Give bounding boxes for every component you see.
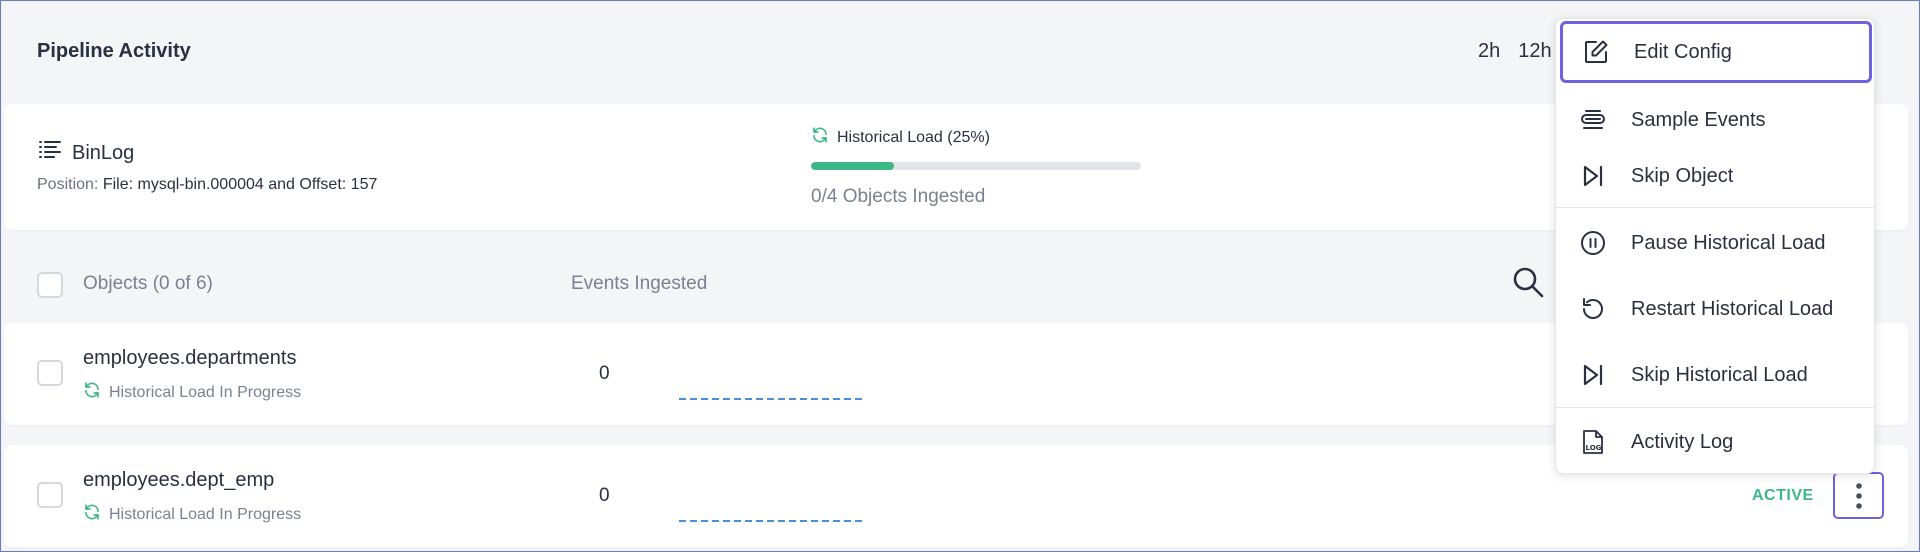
objects-ingested: 0/4 Objects Ingested bbox=[811, 186, 986, 207]
menu-item-restart-historical-load[interactable]: Restart Historical Load bbox=[1560, 278, 1872, 340]
object-status-text: Historical Load In Progress bbox=[109, 383, 302, 401]
object-status: Historical Load In Progress bbox=[83, 503, 301, 526]
row-actions-menu: Edit Config Sample Events Skip Object Pa… bbox=[1555, 18, 1875, 474]
menu-item-label: Edit Config bbox=[1634, 40, 1732, 63]
kebab-icon bbox=[1855, 482, 1862, 509]
progress-fill bbox=[811, 162, 894, 170]
menu-item-pause-historical-load[interactable]: Pause Historical Load bbox=[1560, 212, 1872, 274]
objects-list-header: Objects (0 of 6) Events Ingested bbox=[37, 270, 1437, 300]
pause-icon bbox=[1580, 230, 1606, 256]
svg-text:LOG: LOG bbox=[1586, 444, 1602, 452]
events-count: 0 bbox=[599, 485, 610, 506]
menu-item-edit-config[interactable]: Edit Config bbox=[1560, 21, 1872, 83]
object-status-text: Historical Load In Progress bbox=[109, 505, 302, 523]
menu-item-label: Skip Historical Load bbox=[1631, 363, 1808, 386]
menu-item-skip-object[interactable]: Skip Object bbox=[1560, 145, 1872, 207]
time-range-2h[interactable]: 2h bbox=[1478, 40, 1500, 63]
events-count: 0 bbox=[599, 363, 610, 384]
refresh-icon bbox=[811, 126, 829, 149]
skip-icon bbox=[1580, 163, 1606, 189]
log-file-icon: LOG bbox=[1580, 429, 1606, 455]
events-sparkline bbox=[679, 398, 863, 400]
menu-item-label: Pause Historical Load bbox=[1631, 231, 1826, 254]
menu-item-sample-events[interactable]: Sample Events bbox=[1560, 89, 1872, 151]
menu-item-label: Restart Historical Load bbox=[1631, 297, 1834, 320]
object-status: Historical Load In Progress bbox=[83, 381, 301, 404]
objects-header: Objects (0 of 6) bbox=[83, 273, 213, 294]
events-sparkline bbox=[679, 520, 863, 522]
more-options-button[interactable] bbox=[1833, 472, 1884, 519]
historical-load-label: Historical Load (25%) bbox=[837, 128, 990, 146]
search-icon[interactable] bbox=[1512, 266, 1544, 303]
refresh-icon bbox=[83, 381, 101, 404]
time-range-12h[interactable]: 12h bbox=[1518, 40, 1551, 63]
position-label: Position: bbox=[37, 176, 99, 193]
skip-icon bbox=[1580, 362, 1606, 388]
menu-item-label: Activity Log bbox=[1631, 430, 1734, 453]
list-lines-icon bbox=[38, 140, 62, 166]
binlog-title-text: BinLog bbox=[72, 141, 135, 164]
menu-item-activity-log[interactable]: LOG Activity Log bbox=[1560, 411, 1872, 473]
object-name[interactable]: employees.departments bbox=[83, 347, 296, 370]
binlog-title: BinLog bbox=[38, 140, 134, 166]
menu-item-label: Skip Object bbox=[1631, 164, 1734, 187]
menu-item-skip-historical-load[interactable]: Skip Historical Load bbox=[1560, 344, 1872, 406]
status-badge: ACTIVE bbox=[1752, 487, 1814, 504]
row-checkbox[interactable] bbox=[37, 360, 63, 386]
historical-load-status: Historical Load (25%) bbox=[811, 126, 990, 149]
row-checkbox[interactable] bbox=[37, 482, 63, 508]
sample-events-icon bbox=[1580, 107, 1606, 133]
menu-divider bbox=[1556, 407, 1874, 408]
object-name[interactable]: employees.dept_emp bbox=[83, 469, 274, 492]
edit-icon bbox=[1583, 39, 1609, 65]
menu-item-label: Sample Events bbox=[1631, 108, 1766, 131]
position-value: File: mysql-bin.000004 and Offset: 157 bbox=[102, 176, 378, 193]
menu-divider bbox=[1556, 207, 1874, 208]
page-title: Pipeline Activity bbox=[37, 40, 191, 62]
binlog-position: Position: File: mysql-bin.000004 and Off… bbox=[37, 176, 377, 194]
restart-icon bbox=[1580, 296, 1606, 322]
historical-load-progress bbox=[811, 162, 1141, 170]
refresh-icon bbox=[83, 503, 101, 526]
select-all-checkbox[interactable] bbox=[37, 272, 63, 298]
events-ingested-header: Events Ingested bbox=[571, 273, 708, 294]
